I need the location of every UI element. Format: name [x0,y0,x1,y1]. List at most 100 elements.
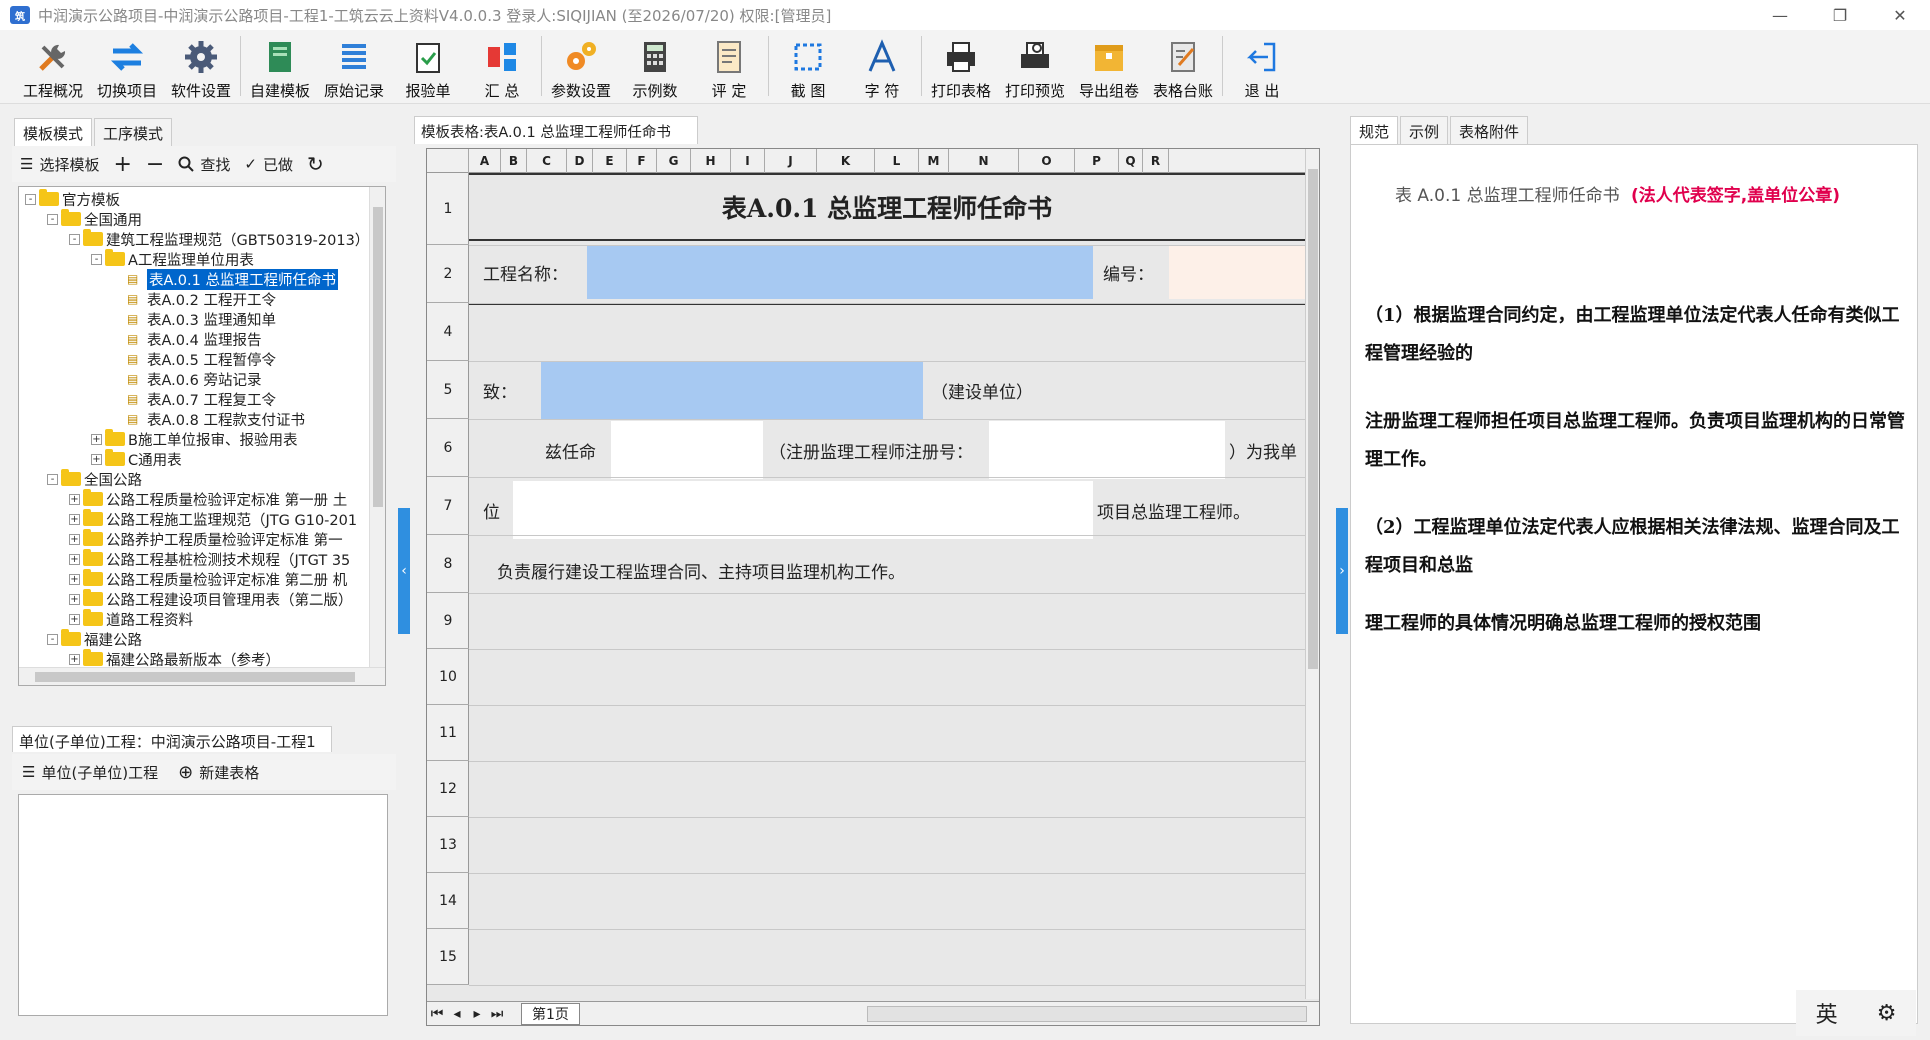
row-header-cell[interactable]: 10 [427,649,469,705]
tree-folder[interactable]: + 福建公路最新版本（参考） [25,649,385,669]
row-header-cell[interactable]: 12 [427,761,469,817]
sheet-hscroll[interactable] [867,1006,1307,1022]
tree-folder[interactable]: - 福建公路 [25,629,385,649]
column-header-cell[interactable]: D [567,149,593,173]
sheet-body[interactable]: 表A.0.1 总监理工程师任命书 工程名称： 编号： 致： （建设单位） 兹任命… [469,173,1305,999]
tree-folder[interactable]: - 建筑工程监理规范（GBT50319-2013） [25,229,385,249]
column-header-cell[interactable]: O [1019,149,1075,173]
prev-page-icon[interactable]: ◂ [447,1006,467,1022]
tree-folder[interactable]: + 公路工程建设项目管理用表（第二版） [25,589,385,609]
column-header-cell[interactable]: P [1075,149,1119,173]
column-header-cell[interactable]: M [919,149,949,173]
collapse-icon[interactable]: - [69,233,80,245]
select-template-button[interactable]: ☰ 选择模板 [20,154,99,175]
toolbar-button-1-2[interactable]: 报验单 [391,30,465,102]
row-header-cell[interactable]: 5 [427,361,469,419]
tree-item[interactable]: ▤ 表A.0.5 工程暂停令 [25,349,385,369]
expand-icon[interactable]: + [91,433,102,445]
column-header-cell[interactable]: J [765,149,817,173]
column-header-cell[interactable]: R [1143,149,1169,173]
column-header-cell[interactable]: H [691,149,731,173]
next-page-icon[interactable]: ▸ [467,1006,487,1022]
new-table-button[interactable]: ⊕ 新建表格 [178,762,259,783]
tree-folder[interactable]: - 全国公路 [25,469,385,489]
toolbar-button-0-1[interactable]: 切换项目 [90,30,164,102]
tree-folder[interactable]: + 公路工程基桩检测技术规程（JTGT 35 [25,549,385,569]
toolbar-button-2-2[interactable]: 评 定 [692,30,766,102]
close-icon[interactable]: ✕ [1870,0,1930,30]
expand-icon[interactable]: + [69,533,80,545]
tree-item[interactable]: ▤ 表A.0.7 工程复工令 [25,389,385,409]
tree-vscroll[interactable] [369,187,385,667]
expand-icon[interactable]: + [69,553,80,565]
column-header-cell[interactable]: B [501,149,527,173]
unit-list[interactable] [18,794,388,1016]
tab-spec[interactable]: 规范 [1350,116,1399,146]
ime-language[interactable]: 英 [1816,997,1838,1029]
tab-example[interactable]: 示例 [1400,116,1449,146]
center-tab[interactable]: 模板表格:表A.0.1 总监理工程师任命书 [414,116,698,144]
row-header-cell[interactable]: 11 [427,705,469,761]
toolbar-button-4-3[interactable]: 表格台账 [1146,30,1220,102]
row-header-cell[interactable]: 4 [427,303,469,361]
collapse-icon[interactable]: - [25,193,36,205]
tree-folder[interactable]: + 公路养护工程质量检验评定标准 第一 [25,529,385,549]
toolbar-button-1-0[interactable]: 自建模板 [243,30,317,102]
column-header-cell[interactable]: F [627,149,657,173]
expand-icon[interactable]: + [69,573,80,585]
column-header-cell[interactable]: K [817,149,875,173]
column-header-cell[interactable]: Q [1119,149,1143,173]
tree-item[interactable]: ▤ 表A.0.1 总监理工程师任命书 [25,268,385,290]
toolbar-button-2-1[interactable]: 示例数 [618,30,692,102]
toolbar-button-1-3[interactable]: 汇 总 [465,30,539,102]
row-header-cell[interactable]: 15 [427,929,469,985]
tree-folder[interactable]: - A工程监理单位用表 [25,249,385,269]
tree-item[interactable]: ▤ 表A.0.6 旁站记录 [25,369,385,389]
expand-icon[interactable]: + [69,493,80,505]
collapse-icon[interactable]: - [47,633,58,645]
unit-name-input[interactable] [513,481,1093,539]
toolbar-button-3-1[interactable]: 字 符 [845,30,919,102]
tree-folder[interactable]: + B施工单位报审、报验用表 [25,429,385,449]
row-header-cell[interactable]: 14 [427,873,469,929]
column-header-cell[interactable]: E [593,149,627,173]
column-header-cell[interactable]: L [875,149,919,173]
row-header-cell[interactable]: 7 [427,477,469,535]
tree-folder[interactable]: + 道路工程资料 [25,609,385,629]
number-input[interactable] [1169,245,1305,299]
toolbar-button-0-0[interactable]: 工程概况 [16,30,90,102]
tab-process-mode[interactable]: 工序模式 [94,118,173,148]
tab-attachments[interactable]: 表格附件 [1450,116,1529,146]
row-header-cell[interactable]: 1 [427,173,469,245]
add-icon[interactable]: + [113,152,131,177]
to-input[interactable] [541,361,923,419]
collapse-right-splitter[interactable]: › [1336,508,1348,634]
tree-folder[interactable]: + 公路工程质量检验评定标准 第二册 机 [25,569,385,589]
collapse-icon[interactable]: - [91,253,102,265]
column-header-cell[interactable]: G [657,149,691,173]
expand-icon[interactable]: + [69,653,80,665]
refresh-icon[interactable]: ↻ [307,152,324,176]
sheet-vscroll[interactable] [1305,149,1319,999]
tree-item[interactable]: ▤ 表A.0.2 工程开工令 [25,289,385,309]
reg-no-input[interactable] [989,421,1225,479]
last-page-icon[interactable]: ⏭ [487,1006,507,1022]
done-button[interactable]: ✓ 已做 [244,154,293,175]
tree-folder[interactable]: + 公路工程施工监理规范（JTG G10-201 [25,509,385,529]
toolbar-button-2-0[interactable]: 参数设置 [544,30,618,102]
column-header-cell[interactable]: I [731,149,765,173]
toolbar-button-0-2[interactable]: 软件设置 [164,30,238,102]
project-name-input[interactable] [587,245,1093,299]
tree-folder[interactable]: - 官方模板 [25,189,385,209]
tree-item[interactable]: ▤ 表A.0.4 监理报告 [25,329,385,349]
find-button[interactable]: 查找 [178,154,230,175]
column-header-cell[interactable]: C [527,149,567,173]
toolbar-button-5-0[interactable]: 退 出 [1225,30,1299,102]
remove-icon[interactable]: − [146,152,164,177]
row-header-cell[interactable]: 6 [427,419,469,477]
row-header-cell[interactable]: 9 [427,593,469,649]
row-header-cell[interactable]: 13 [427,817,469,873]
first-page-icon[interactable]: ⏮ [427,1006,447,1022]
expand-icon[interactable]: + [69,513,80,525]
tree-folder[interactable]: - 全国通用 [25,209,385,229]
